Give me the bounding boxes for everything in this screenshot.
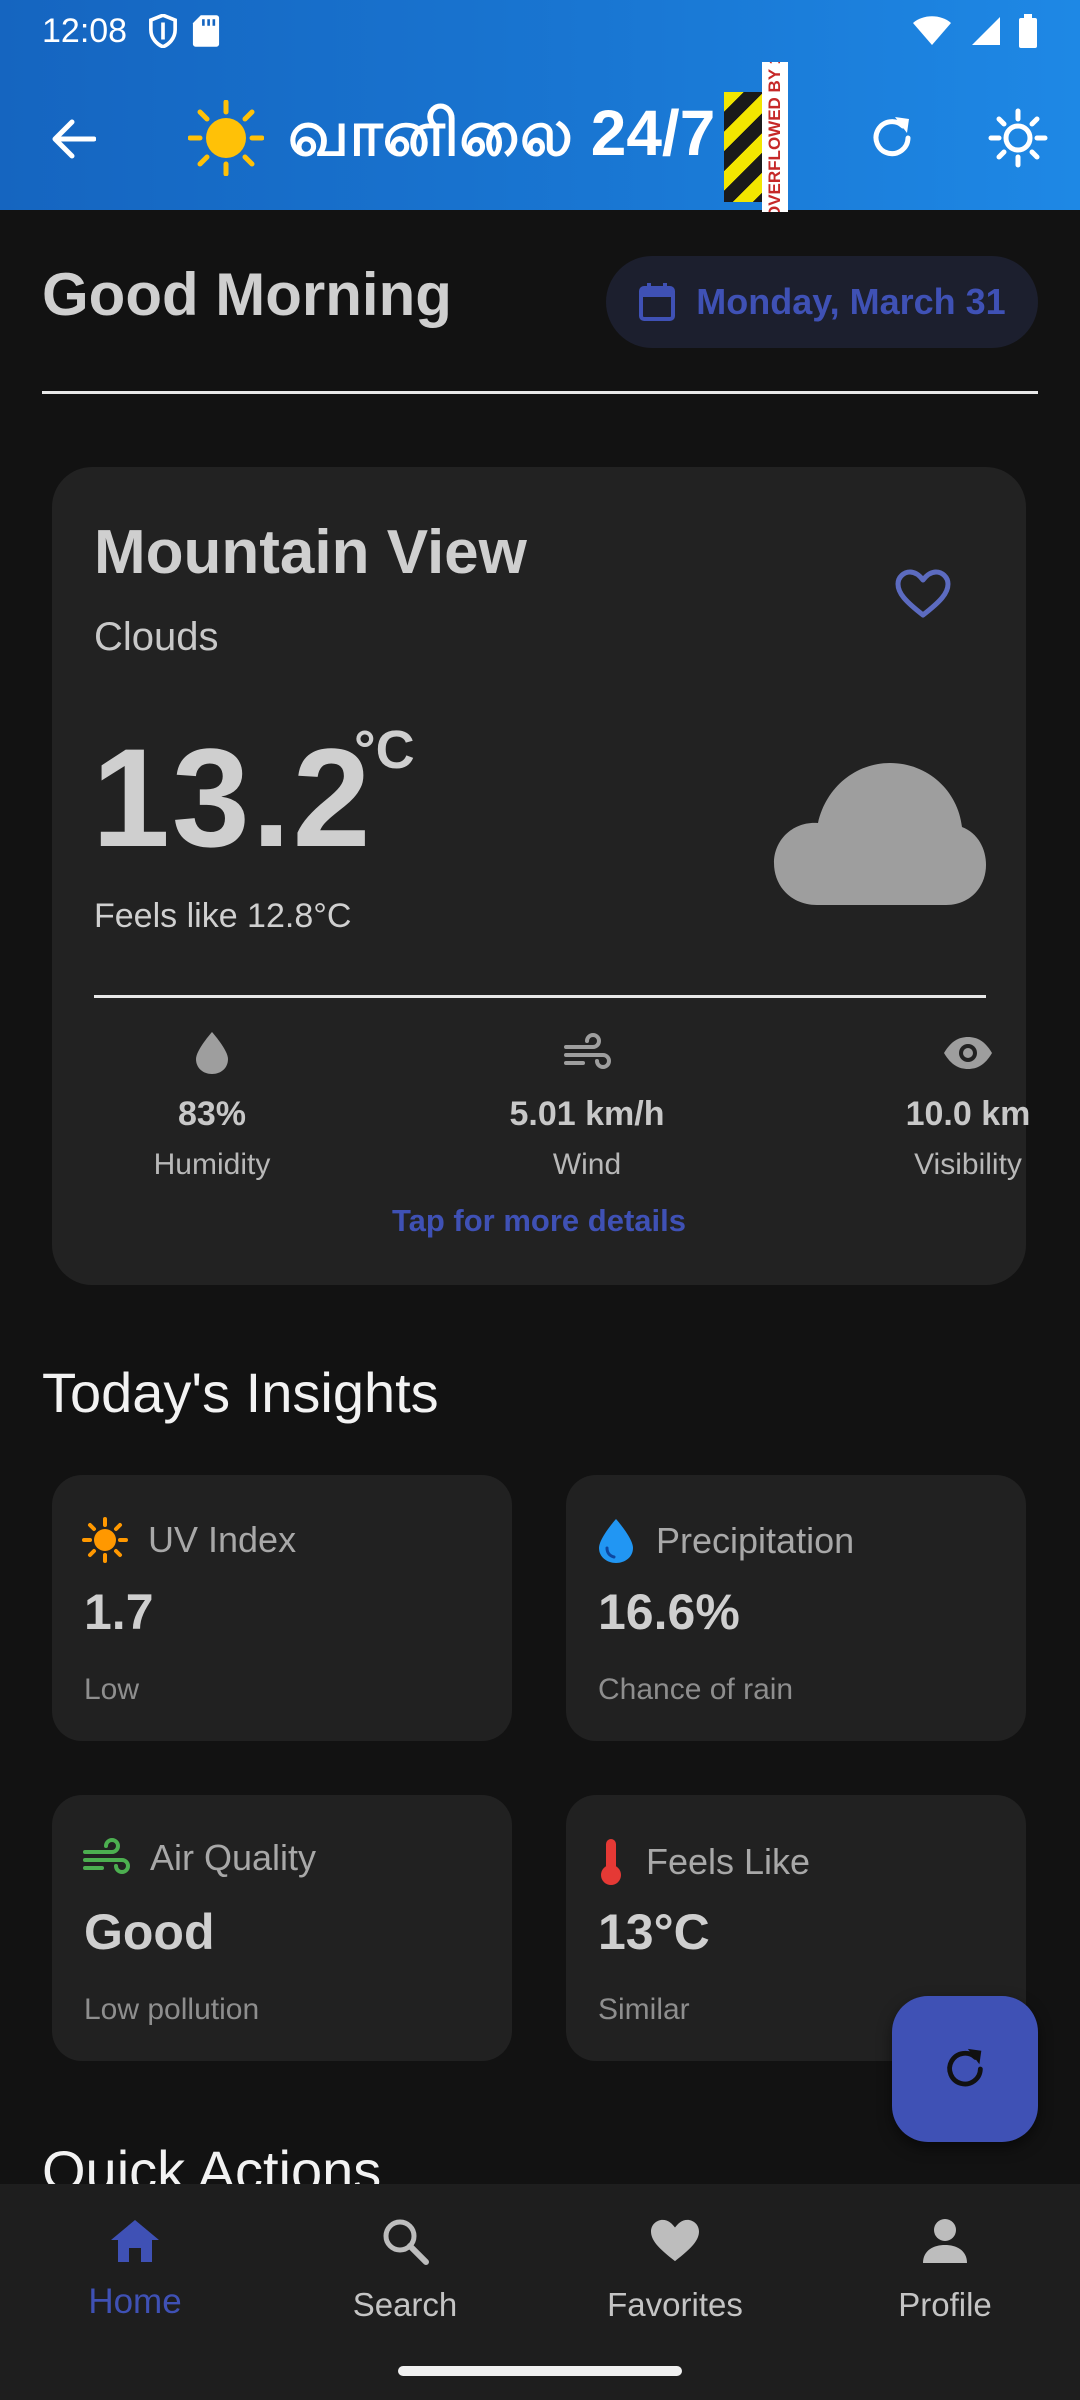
divider — [42, 391, 1038, 394]
visibility-label: Visibility — [914, 1148, 1022, 1181]
nav-search[interactable]: Search — [285, 2208, 525, 2324]
air-quality-title: Air Quality — [150, 1837, 317, 1878]
calendar-icon — [639, 283, 676, 321]
insights-title: Today's Insights — [42, 1361, 439, 1424]
precipitation-title: Precipitation — [656, 1520, 855, 1561]
app-bar: வானிலை 24/7 OVERFLOWED BY 1 — [0, 62, 1080, 212]
app-header: 12:08 வானிலை 24/7 OVERFLOWED BY 1 — [0, 0, 1080, 212]
cloud-icon — [774, 763, 986, 905]
date-chip: Monday, March 31 — [606, 256, 1038, 348]
card-divider — [94, 995, 986, 998]
sun-icon — [82, 1517, 128, 1563]
air-quality-card[interactable]: Air Quality Good Low pollution — [52, 1795, 512, 2061]
wifi-icon — [913, 16, 951, 45]
visibility-value: 10.0 km — [905, 1095, 1031, 1133]
nav-favorites[interactable]: Favorites — [555, 2208, 795, 2324]
status-time: 12:08 — [42, 12, 128, 50]
shield-icon — [149, 14, 177, 48]
precipitation-sub: Chance of rain — [598, 1673, 794, 1706]
greeting-text: Good Morning — [42, 261, 452, 328]
brightness-icon — [988, 108, 1048, 168]
status-bar: 12:08 — [0, 0, 1080, 62]
theme-toggle-button[interactable] — [982, 102, 1054, 174]
heart-outline-icon — [895, 569, 951, 618]
nav-favorites-label: Favorites — [607, 2286, 743, 2323]
temperature-value: 13.2 — [92, 719, 373, 876]
thermometer-icon — [601, 1839, 621, 1885]
arrow-back-icon — [52, 119, 96, 159]
search-icon — [383, 2219, 429, 2265]
app-title-wrap: வானிலை 24/7 — [188, 96, 715, 179]
heart-icon — [651, 2219, 699, 2262]
refresh-fab[interactable] — [892, 1996, 1038, 2142]
overflow-warning-label: OVERFLOWED BY 1 — [762, 62, 788, 212]
wind-value: 5.01 km/h — [509, 1095, 665, 1133]
person-icon — [923, 2219, 967, 2263]
back-button[interactable] — [40, 106, 106, 172]
eye-icon — [944, 1037, 992, 1069]
wind-label: Wind — [552, 1148, 622, 1181]
humidity-stat: 83% Humidity — [72, 1023, 352, 1182]
more-details-link[interactable]: Tap for more details — [52, 1203, 1026, 1239]
favorite-button[interactable] — [888, 559, 958, 629]
feels-like-text: Feels like 12.8°C — [94, 897, 352, 935]
wind-icon — [564, 1033, 611, 1069]
uv-level: Low — [84, 1673, 140, 1706]
status-left-icons — [148, 14, 220, 48]
nav-home-label: Home — [88, 2282, 182, 2321]
app-title: வானிலை 24/7 — [288, 97, 716, 169]
feels-like-value: 13°C — [598, 1904, 710, 1960]
wind-stat: 5.01 km/h Wind — [447, 1023, 727, 1182]
water-drop-icon — [196, 1032, 228, 1074]
precipitation-value: 16.6% — [598, 1584, 740, 1640]
sun-icon — [188, 99, 264, 176]
overflow-warning-stripe — [724, 92, 762, 202]
signal-icon — [972, 17, 1000, 45]
temperature-unit: °C — [354, 720, 415, 780]
nav-search-label: Search — [352, 2286, 458, 2323]
refresh-icon — [873, 117, 911, 157]
air-quality-value: Good — [84, 1904, 215, 1960]
uv-index-card[interactable]: UV Index 1.7 Low — [52, 1475, 512, 1741]
uv-value: 1.7 — [84, 1584, 154, 1640]
feels-like-title: Feels Like — [646, 1841, 811, 1882]
water-drop-icon — [599, 1519, 633, 1563]
visibility-stat: 10.0 km Visibility — [828, 1023, 1080, 1182]
battery-icon — [1019, 14, 1037, 48]
home-icon — [111, 2220, 159, 2262]
refresh-icon — [947, 2048, 983, 2087]
sd-card-icon — [192, 15, 220, 47]
precipitation-card[interactable]: Precipitation 16.6% Chance of rain — [566, 1475, 1026, 1741]
refresh-button[interactable] — [858, 104, 926, 172]
uv-title: UV Index — [148, 1519, 297, 1560]
current-weather-card[interactable]: Mountain View Clouds 13.2 °C Feels like … — [52, 467, 1030, 1285]
weather-condition: Clouds — [94, 615, 219, 659]
humidity-value: 83% — [177, 1095, 247, 1133]
nav-profile-label: Profile — [898, 2286, 992, 2323]
air-quality-sub: Low pollution — [84, 1993, 260, 2026]
city-name: Mountain View — [94, 518, 527, 587]
gesture-handle[interactable] — [398, 2366, 682, 2376]
date-label: Monday, March 31 — [696, 281, 1006, 322]
humidity-label: Humidity — [153, 1148, 271, 1181]
nav-profile[interactable]: Profile — [825, 2208, 1065, 2324]
nav-home[interactable]: Home — [15, 2208, 255, 2322]
air-icon — [83, 1838, 130, 1874]
status-right-icons — [912, 14, 1038, 48]
feels-like-sub: Similar — [598, 1993, 690, 2026]
